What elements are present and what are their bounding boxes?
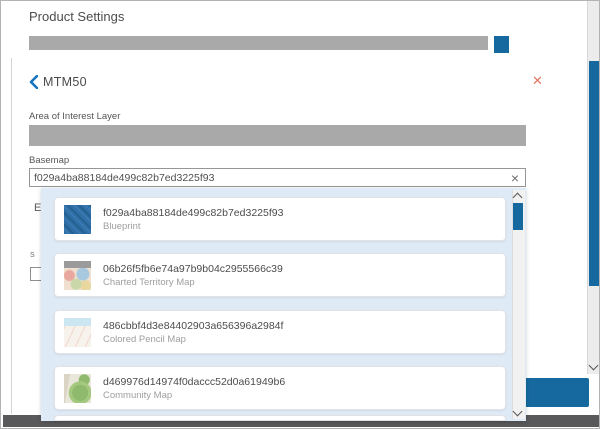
back-label: MTM50	[43, 75, 87, 89]
basemap-option-name: Charted Territory Map	[103, 277, 283, 288]
basemap-option-charted-territory[interactable]: 06b26f5fb6e74a97b9b04c2955566c39 Charted…	[54, 253, 506, 297]
basemap-option-id: d469976d14974f0daccc52d0a61949b6	[103, 376, 285, 388]
primary-action-button[interactable]	[524, 378, 589, 407]
basemap-option-community[interactable]: d469976d14974f0daccc52d0a61949b6 Communi…	[54, 366, 506, 410]
redacted-action-button[interactable]	[494, 36, 509, 53]
basemap-thumbnail-charted-territory	[64, 261, 91, 290]
clear-input-icon[interactable]: ×	[505, 171, 525, 185]
dropdown-scrollbar[interactable]	[512, 190, 525, 419]
basemap-option-partial[interactable]	[54, 415, 506, 421]
basemap-thumbnail-colored-pencil	[64, 318, 91, 347]
basemap-option-name: Community Map	[103, 390, 285, 401]
scroll-down-icon[interactable]	[513, 407, 523, 417]
basemap-option-id: f029a4ba88184de499c82b7ed3225f93	[103, 207, 283, 219]
page-title: Product Settings	[29, 9, 124, 24]
basemap-option-id: 06b26f5fb6e74a97b9b04c2955566c39	[103, 263, 283, 275]
basemap-option-blueprint[interactable]: f029a4ba88184de499c82b7ed3225f93 Bluepri…	[54, 197, 506, 241]
back-button[interactable]: MTM50	[29, 75, 87, 89]
basemap-input[interactable]: f029a4ba88184de499c82b7ed3225f93 ×	[29, 168, 526, 187]
basemap-thumbnail-blueprint	[64, 205, 91, 234]
back-chevron-icon	[29, 75, 38, 89]
product-settings-window: Product Settings MTM50 ✕ Area of Interes…	[0, 0, 600, 429]
basemap-input-value: f029a4ba88184de499c82b7ed3225f93	[30, 172, 505, 184]
basemap-dropdown: f029a4ba88184de499c82b7ed3225f93 Bluepri…	[41, 188, 526, 421]
panel-left-border	[11, 58, 12, 414]
dropdown-scrollbar-thumb[interactable]	[513, 203, 523, 230]
main-scrollbar-thumb[interactable]	[589, 61, 599, 286]
scroll-up-icon[interactable]	[513, 193, 523, 203]
basemap-label: Basemap	[29, 155, 69, 166]
redacted-field-bar	[29, 36, 488, 50]
basemap-option-name: Colored Pencil Map	[103, 334, 283, 345]
aoi-label: Area of Interest Layer	[29, 111, 120, 122]
basemap-option-colored-pencil[interactable]: 486cbbf4d3e84402903a656396a2984f Colored…	[54, 310, 506, 354]
aoi-field[interactable]	[29, 125, 526, 146]
hidden-label-fragment-2: S	[30, 252, 35, 259]
close-icon[interactable]: ✕	[532, 74, 543, 87]
basemap-option-name: Blueprint	[103, 221, 283, 232]
basemap-option-id: 486cbbf4d3e84402903a656396a2984f	[103, 320, 283, 332]
basemap-thumbnail-community	[64, 374, 91, 403]
